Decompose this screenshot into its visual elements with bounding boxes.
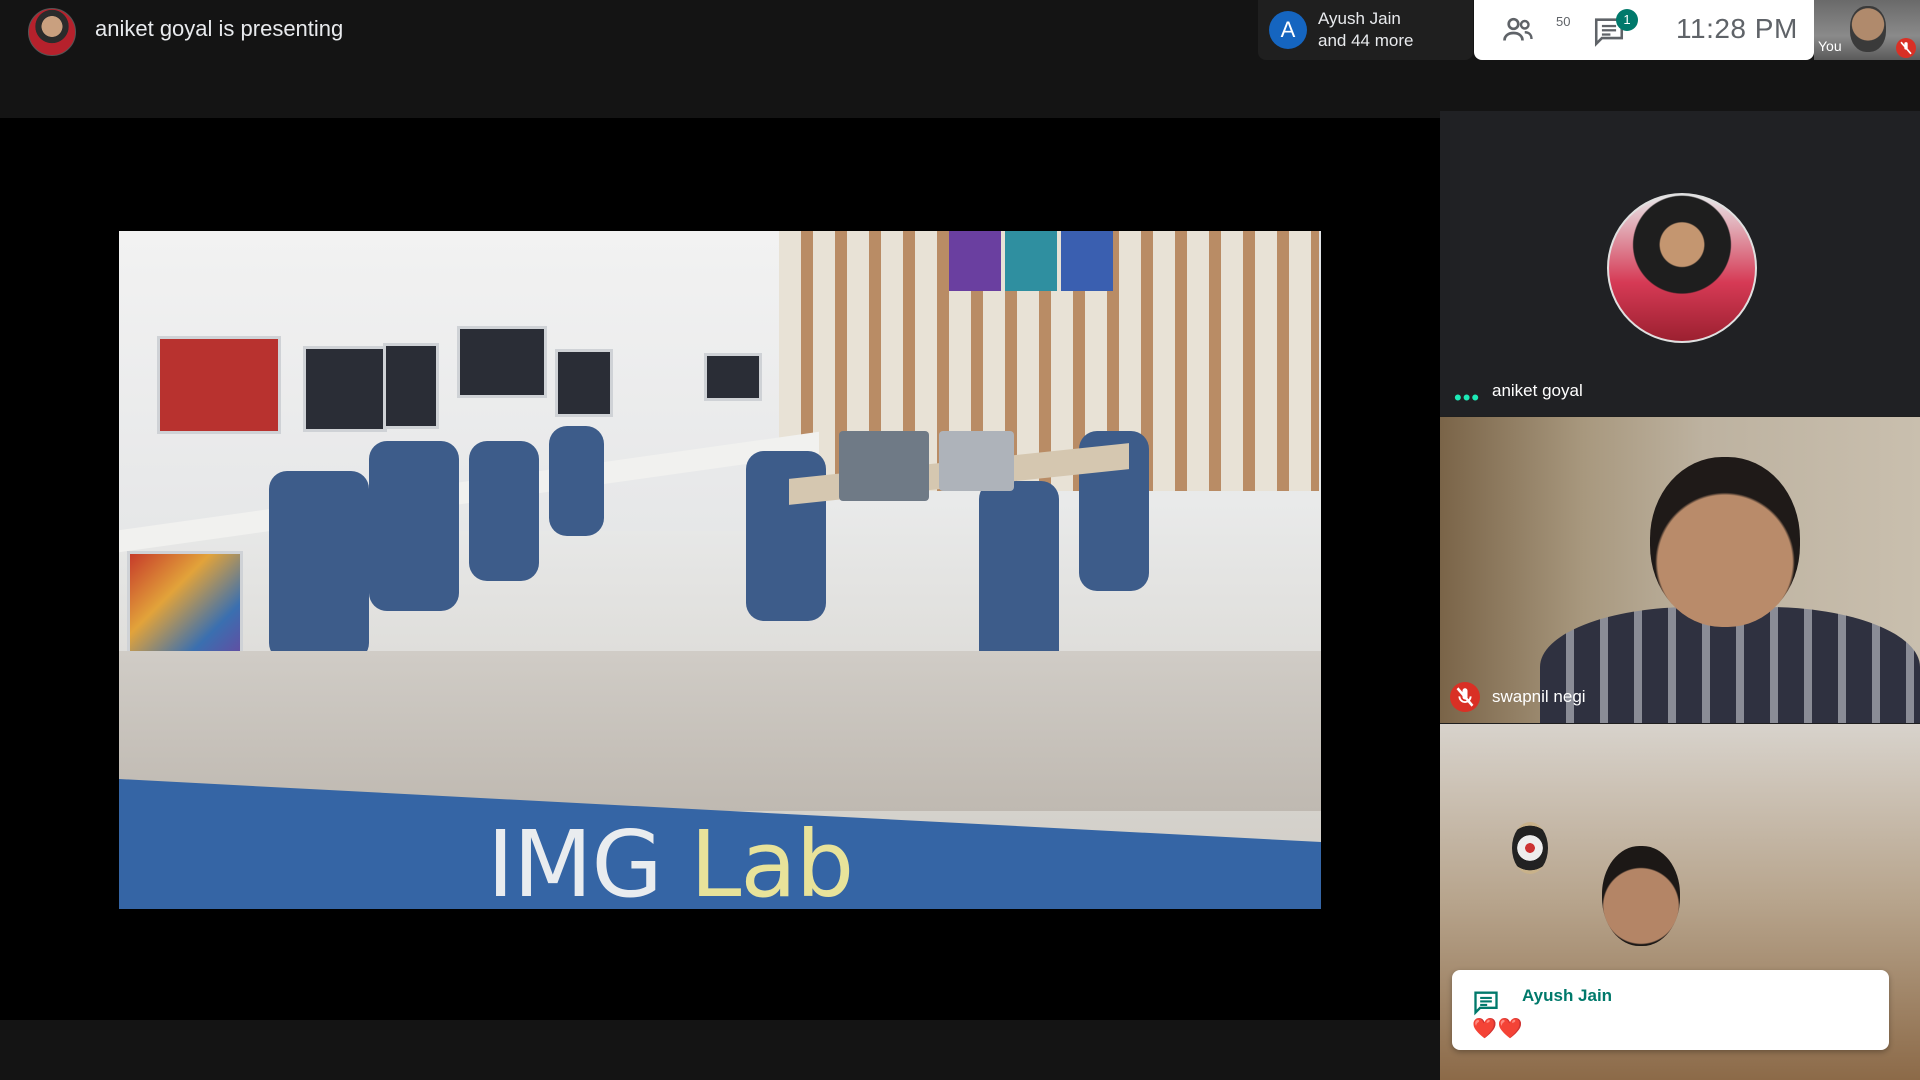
- chat-toast[interactable]: Ayush Jain ❤️❤️: [1452, 970, 1889, 1050]
- slide-chair: [469, 441, 539, 581]
- chat-icon: [1474, 991, 1498, 1016]
- participant-video: [1650, 457, 1800, 627]
- people-icon: [1503, 17, 1533, 41]
- slide-banner: [949, 231, 1001, 291]
- chat-unread-badge: 1: [1616, 9, 1638, 31]
- slide-chair: [549, 426, 604, 536]
- meeting-controls: 50 1 11:28 PM: [1474, 0, 1814, 60]
- presenter-avatar-large: [1607, 193, 1757, 343]
- slide-caption: IMG Lab: [487, 811, 854, 909]
- presenter-avatar: [28, 8, 76, 56]
- tile-name-swapnil: swapnil negi: [1492, 687, 1586, 706]
- slide-monitor: [555, 349, 613, 417]
- self-label: You: [1818, 38, 1842, 54]
- tile-name-presenter: aniket goyal: [1492, 381, 1583, 400]
- slide-chair: [269, 471, 369, 661]
- mic-off-icon: [1450, 682, 1480, 712]
- participant-video: [1602, 846, 1680, 946]
- slide-chair: [369, 441, 459, 611]
- participants-chip[interactable]: A Ayush Jain and 44 more: [1258, 0, 1473, 60]
- slide-monitor: [457, 326, 547, 398]
- participant-name: Ayush Jain: [1318, 9, 1401, 28]
- slide-banner: [1061, 231, 1113, 291]
- slide-banner: [1005, 231, 1057, 291]
- slide-floor: [119, 651, 1321, 811]
- toast-message: ❤️❤️: [1472, 1018, 1524, 1040]
- participant-avatar: A: [1269, 11, 1307, 49]
- presented-slide: IMG Lab: [119, 231, 1321, 909]
- slide-monitor: [383, 343, 439, 429]
- toast-sender: Ayush Jain: [1522, 986, 1613, 1005]
- people-button[interactable]: 50: [1500, 10, 1570, 50]
- slide-laptop: [939, 431, 1014, 491]
- participant-more: and 44 more: [1318, 31, 1414, 50]
- presenting-status: aniket goyal is presenting: [95, 16, 344, 41]
- participant-tile-swapnil[interactable]: swapnil negi: [1440, 417, 1920, 723]
- mic-off-icon: [1896, 38, 1916, 58]
- self-view-tile[interactable]: You: [1814, 0, 1920, 60]
- slide-laptop: [839, 431, 929, 501]
- dartboard: [1512, 822, 1548, 874]
- self-video: [1850, 6, 1886, 52]
- presentation-stage: IMG Lab: [0, 118, 1440, 1020]
- speaking-dots-icon: •••: [1454, 385, 1481, 410]
- participants-sidebar: ••• aniket goyal swapnil negi: [1440, 111, 1920, 1080]
- meeting-clock: 11:28 PM: [1676, 13, 1798, 44]
- slide-caption-accent: Lab: [690, 811, 854, 909]
- slide-monitor: [303, 346, 387, 432]
- slide-caption-main: IMG: [487, 811, 663, 909]
- slide-monitor: [704, 353, 762, 401]
- slide-monitor: [157, 336, 281, 434]
- presenter-tile[interactable]: ••• aniket goyal: [1440, 111, 1920, 416]
- people-count: 50: [1556, 14, 1571, 29]
